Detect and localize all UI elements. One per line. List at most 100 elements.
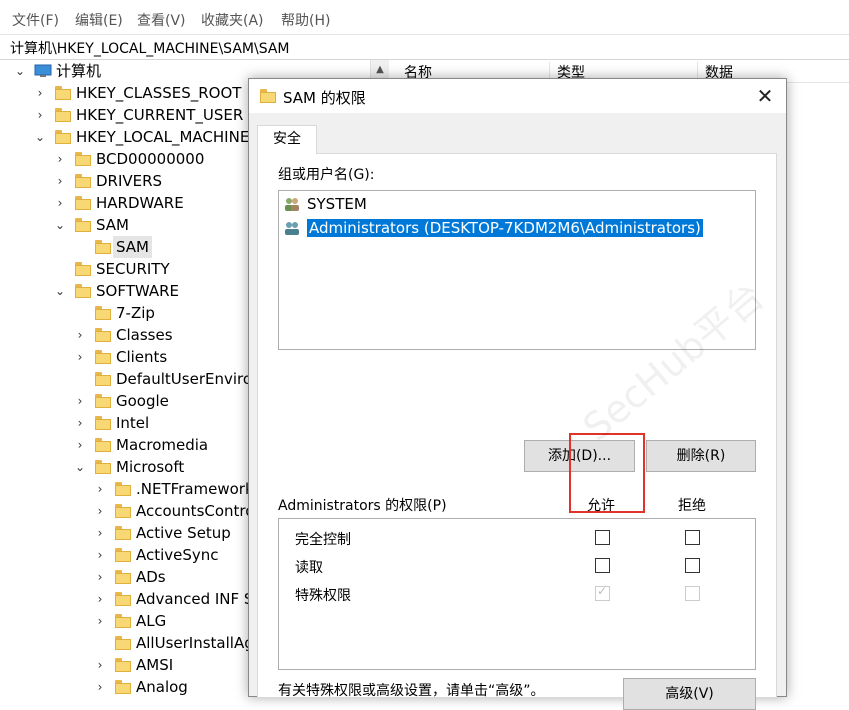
chevron-right-icon[interactable]: › xyxy=(94,500,106,522)
folder-icon xyxy=(260,89,276,103)
menu-favorites[interactable]: 收藏夹(A) xyxy=(201,10,264,30)
tree-label: .NETFramework xyxy=(136,480,254,498)
tree-label: Macromedia xyxy=(116,436,209,454)
chevron-right-icon[interactable]: › xyxy=(54,170,66,192)
computer-icon xyxy=(34,64,52,77)
allow-full-control-checkbox[interactable] xyxy=(595,530,610,545)
close-icon[interactable]: ✕ xyxy=(750,82,780,110)
folder-icon xyxy=(95,460,111,474)
menu-view[interactable]: 查看(V) xyxy=(137,10,186,30)
folder-icon xyxy=(95,350,111,364)
folder-icon xyxy=(75,284,91,298)
perm-full-control: 完全控制 xyxy=(295,532,351,548)
tree-label: 7-Zip xyxy=(116,304,155,322)
remove-button[interactable]: 删除(R) xyxy=(646,440,756,472)
user-name: SYSTEM xyxy=(307,195,367,213)
list-item-system[interactable]: SYSTEM xyxy=(285,193,367,215)
dialog-titlebar[interactable]: SAM 的权限 ✕ xyxy=(249,79,786,113)
chevron-right-icon[interactable]: › xyxy=(94,478,106,500)
perm-read: 读取 xyxy=(295,560,323,576)
tree-label: 计算机 xyxy=(56,62,102,80)
permissions-dialog: SAM 的权限 ✕ 安全 组或用户名(G): SYSTEM Administra… xyxy=(248,78,787,710)
chevron-right-icon[interactable]: › xyxy=(34,82,46,104)
scroll-up-arrow-icon[interactable]: ▲ xyxy=(370,60,389,80)
menu-edit[interactable]: 编辑(E) xyxy=(75,10,123,30)
tree-label: DefaultUserEnviro xyxy=(116,370,253,388)
folder-icon xyxy=(115,548,131,562)
tree-label: SECURITY xyxy=(96,260,170,278)
users-icon xyxy=(285,198,299,211)
chevron-right-icon[interactable]: › xyxy=(74,346,86,368)
chevron-right-icon[interactable]: › xyxy=(74,324,86,346)
folder-icon xyxy=(95,438,111,452)
chevron-right-icon[interactable]: › xyxy=(54,148,66,170)
folder-icon xyxy=(75,262,91,276)
folder-icon xyxy=(115,504,131,518)
chevron-right-icon[interactable]: › xyxy=(54,192,66,214)
chevron-right-icon[interactable]: › xyxy=(94,654,106,676)
chevron-right-icon[interactable]: › xyxy=(74,434,86,456)
address-bar[interactable]: 计算机\HKEY_LOCAL_MACHINE\SAM\SAM xyxy=(0,34,849,60)
deny-read-checkbox[interactable] xyxy=(685,558,700,573)
folder-icon xyxy=(115,570,131,584)
folder-icon xyxy=(115,614,131,628)
folder-icon xyxy=(95,328,111,342)
folder-icon xyxy=(115,482,131,496)
permissions-table: 完全控制 读取 特殊权限 xyxy=(278,518,756,670)
folder-icon xyxy=(115,526,131,540)
chevron-right-icon[interactable]: › xyxy=(94,544,106,566)
tree-label: HARDWARE xyxy=(96,194,184,212)
folder-icon xyxy=(95,394,111,408)
menu-file[interactable]: 文件(F) xyxy=(12,10,59,30)
chevron-down-icon[interactable]: ⌄ xyxy=(14,60,26,82)
menu-bar: 文件(F) 编辑(E) 查看(V) 收藏夹(A) 帮助(H) xyxy=(0,0,849,34)
perm-special: 特殊权限 xyxy=(295,588,351,604)
tree-label: HKEY_LOCAL_MACHINE xyxy=(76,128,250,146)
chevron-right-icon[interactable]: › xyxy=(74,390,86,412)
group-users-label: 组或用户名(G): xyxy=(278,167,375,183)
tree-label: AllUserInstallAg xyxy=(136,634,254,652)
tree-label: Analog xyxy=(136,678,188,695)
tree-label: SAM xyxy=(96,216,130,234)
tree-label: ALG xyxy=(136,612,167,630)
chevron-down-icon[interactable]: ⌄ xyxy=(74,456,86,478)
deny-full-control-checkbox[interactable] xyxy=(685,530,700,545)
tree-label: Microsoft xyxy=(116,458,185,476)
chevron-right-icon[interactable]: › xyxy=(74,412,86,434)
tree-label: AMSI xyxy=(136,656,174,674)
permissions-label: Administrators 的权限(P) xyxy=(278,498,447,514)
chevron-down-icon[interactable]: ⌄ xyxy=(54,214,66,236)
folder-icon xyxy=(55,108,71,122)
folder-icon xyxy=(95,306,111,320)
chevron-down-icon[interactable]: ⌄ xyxy=(54,280,66,302)
chevron-right-icon[interactable]: › xyxy=(94,676,106,695)
tree-label: SOFTWARE xyxy=(96,282,180,300)
users-icon xyxy=(285,222,299,235)
tree-label: Advanced INF S xyxy=(136,590,254,608)
chevron-down-icon[interactable]: ⌄ xyxy=(34,126,46,148)
folder-icon xyxy=(55,86,71,100)
allow-read-checkbox[interactable] xyxy=(595,558,610,573)
tree-label: Intel xyxy=(116,414,150,432)
tree-label: Classes xyxy=(116,326,173,344)
tree-label: HKEY_CLASSES_ROOT xyxy=(76,84,242,102)
chevron-right-icon[interactable]: › xyxy=(94,588,106,610)
folder-icon xyxy=(75,174,91,188)
chevron-right-icon[interactable]: › xyxy=(34,104,46,126)
folder-icon xyxy=(75,196,91,210)
tab-security[interactable]: 安全 xyxy=(257,125,317,154)
address-text: 计算机\HKEY_LOCAL_MACHINE\SAM\SAM xyxy=(10,41,290,57)
folder-icon xyxy=(95,240,111,254)
tree-label: DRIVERS xyxy=(96,172,163,190)
tree-label: ADs xyxy=(136,568,166,586)
menu-help[interactable]: 帮助(H) xyxy=(281,10,330,30)
chevron-right-icon[interactable]: › xyxy=(94,610,106,632)
folder-icon xyxy=(95,372,111,386)
chevron-right-icon[interactable]: › xyxy=(94,566,106,588)
chevron-right-icon[interactable]: › xyxy=(94,522,106,544)
user-name-selected: Administrators (DESKTOP-7KDM2M6\Administ… xyxy=(307,219,703,237)
dialog-title: SAM 的权限 xyxy=(283,89,366,107)
folder-icon xyxy=(75,218,91,232)
advanced-button[interactable]: 高级(V) xyxy=(623,678,756,710)
list-item-administrators[interactable]: Administrators (DESKTOP-7KDM2M6\Administ… xyxy=(285,217,755,239)
